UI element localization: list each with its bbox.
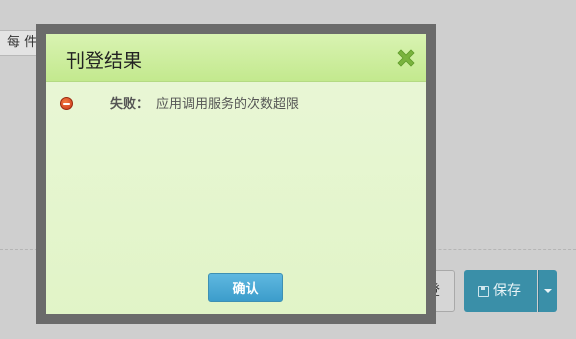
close-icon[interactable]: [394, 46, 418, 70]
modal-overlay-frame: 刊登结果 失败： 应用调用服务的次数超限 确认: [36, 24, 436, 324]
save-button[interactable]: 保存: [464, 270, 537, 312]
confirm-button[interactable]: 确认: [208, 273, 283, 302]
error-message: 应用调用服务的次数超限: [156, 97, 300, 112]
dialog-body: 失败： 应用调用服务的次数超限 确认: [46, 82, 426, 313]
floppy-disk-icon: [478, 285, 489, 297]
save-button-label: 保存: [493, 283, 521, 299]
page: 每 件 登 保存 刊登结果 失败： 应用调用服务的次数超限: [0, 0, 576, 339]
error-icon: [60, 97, 73, 110]
status-label: 失败：: [110, 97, 150, 112]
save-options-caret-button[interactable]: [538, 270, 557, 312]
publish-result-dialog: 刊登结果 失败： 应用调用服务的次数超限 确认: [46, 34, 426, 314]
dialog-title: 刊登结果: [66, 50, 143, 72]
dialog-header: 刊登结果: [46, 34, 426, 82]
per-unit-label: 每 件: [7, 35, 38, 50]
